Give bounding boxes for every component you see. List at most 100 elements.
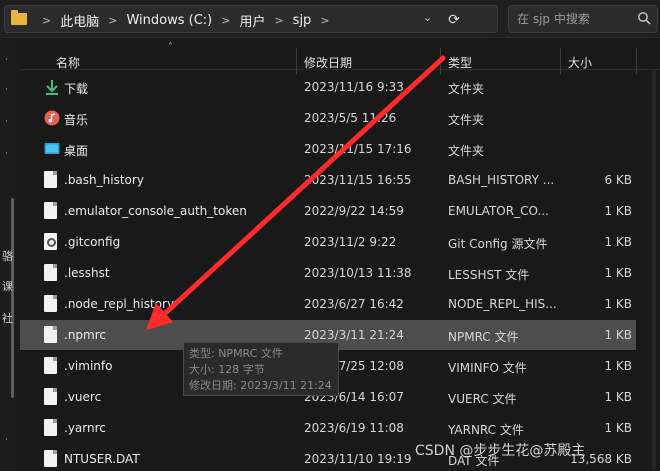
file-size: 1 KB	[604, 204, 632, 218]
file-icon	[44, 264, 57, 281]
search-icon[interactable]	[637, 11, 651, 25]
column-size[interactable]: 大小	[568, 54, 592, 71]
file-type: EMULATOR_CO...	[448, 204, 549, 218]
folder-icon	[11, 10, 27, 25]
file-type: 文件夹	[448, 82, 485, 96]
file-row[interactable]: .emulator_console_auth_token 2022/9/22 14…	[20, 196, 636, 226]
file-date: 2023/10/13 11:38	[304, 266, 412, 280]
chevron-right-icon: >	[42, 14, 52, 27]
file-type: NODE_REPL_HIS...	[448, 297, 557, 311]
watermark: CSDN @步步生花@苏殿主	[415, 443, 586, 459]
tooltip-modified: 修改日期: 2023/3/11 21:24	[189, 379, 332, 392]
file-row[interactable]: .gitconfig 2023/11/2 9:22 Git Config 源文件 1 …	[20, 227, 636, 257]
chevron-right-icon[interactable]: >	[320, 14, 329, 27]
column-divider[interactable]	[296, 48, 297, 74]
desktop-icon	[44, 143, 60, 154]
address-toolbar: > 此电脑 > Windows (C:) > 用户 > sjp > ⌄ ⟳	[0, 0, 660, 38]
column-type[interactable]: 类型	[448, 54, 472, 71]
file-icon	[44, 171, 57, 188]
file-row[interactable]: .bash_history 2023/11/15 16:55 BASH_HISTOR…	[20, 165, 636, 195]
file-type: VUERC 文件	[448, 392, 517, 406]
nav-marker: ˙	[4, 88, 9, 99]
file-size: 1 KB	[604, 328, 632, 342]
file-date: 2023/11/10 19:19	[304, 452, 412, 466]
address-bar[interactable]: > 此电脑 > Windows (C:) > 用户 > sjp > ⌄ ⟳	[4, 5, 498, 33]
file-date: 2023/11/15 17:16	[304, 142, 412, 156]
file-size: 6 KB	[604, 173, 632, 187]
file-name[interactable]: .lesshst	[64, 266, 296, 280]
file-type: LESSHST 文件	[448, 268, 530, 282]
file-date: 2023/6/19 11:08	[304, 421, 404, 435]
column-header: ˄ 名称 修改日期 类型 大小	[20, 38, 660, 74]
nav-item-label[interactable]: 课	[2, 278, 13, 294]
nav-item-label[interactable]: 社	[2, 310, 13, 326]
file-icon	[44, 450, 57, 467]
file-icon	[44, 202, 57, 219]
file-row[interactable]: .yarnrc 2023/6/19 11:08 YARNRC 文件 1 KB	[20, 413, 636, 443]
vertical-scrollbar[interactable]	[652, 70, 656, 470]
chevron-right-icon[interactable]: >	[221, 14, 230, 27]
file-row[interactable]: 音乐 2023/5/5 11:26 文件夹	[20, 103, 636, 133]
file-name[interactable]: .bash_history	[64, 173, 296, 187]
column-divider[interactable]	[636, 48, 637, 74]
file-name[interactable]: 音乐	[64, 111, 296, 128]
file-date: 2023/11/16 9:33	[304, 80, 404, 94]
chevron-down-icon[interactable]: ⌄	[423, 11, 432, 24]
search-box[interactable]	[508, 5, 658, 33]
breadcrumb: > 此电脑 > Windows (C:) > 用户 > sjp >	[33, 11, 339, 30]
file-icon	[44, 419, 57, 436]
refresh-icon[interactable]: ⟳	[443, 11, 465, 29]
file-type: 文件夹	[448, 144, 485, 158]
file-name[interactable]: .node_repl_history	[64, 297, 296, 311]
column-divider[interactable]	[440, 48, 441, 74]
file-icon	[44, 326, 57, 343]
file-type: NPMRC 文件	[448, 330, 519, 344]
file-date: 2023/3/11 21:24	[304, 328, 404, 342]
crumb-users[interactable]: 用户	[239, 11, 265, 30]
sort-up-icon: ˄	[168, 42, 173, 53]
crumb-sjp[interactable]: sjp	[293, 13, 312, 28]
file-name[interactable]: .emulator_console_auth_token	[64, 204, 296, 218]
download-icon	[46, 80, 58, 95]
file-name[interactable]: NTUSER.DAT	[64, 452, 296, 466]
file-date: 2023/11/15 16:55	[304, 173, 412, 187]
chevron-right-icon[interactable]: >	[274, 14, 283, 27]
nav-marker: ˙	[4, 152, 9, 163]
chevron-right-icon[interactable]: >	[108, 14, 117, 27]
file-name[interactable]: .gitconfig	[64, 235, 296, 249]
file-name[interactable]: 桌面	[64, 142, 296, 159]
file-icon	[44, 295, 57, 312]
file-name[interactable]: 下载	[64, 80, 296, 97]
file-date: 2023/6/27 16:42	[304, 297, 404, 311]
file-icon	[44, 388, 57, 405]
file-row[interactable]: .lesshst 2023/10/13 11:38 LESSHST 文件 1 KB	[20, 258, 636, 288]
crumb-this-pc[interactable]: 此电脑	[60, 11, 99, 30]
file-row[interactable]: 下载 2023/11/16 9:33 文件夹	[20, 72, 636, 102]
search-input[interactable]	[509, 6, 629, 32]
nav-marker: ˙	[4, 438, 9, 449]
file-type: Git Config 源文件	[448, 237, 548, 251]
file-date: 2023/11/2 9:22	[304, 235, 397, 249]
column-name[interactable]: 名称	[56, 54, 80, 71]
crumb-drive-c[interactable]: Windows (C:)	[126, 13, 212, 28]
file-row[interactable]: .node_repl_history 2023/6/27 16:42 NODE_RE…	[20, 289, 636, 319]
file-type: 文件夹	[448, 113, 485, 127]
nav-item-label[interactable]: 骆	[2, 248, 13, 264]
tooltip-size: 大小: 128 字节	[189, 363, 265, 376]
file-name[interactable]: .yarnrc	[64, 421, 296, 435]
column-divider[interactable]	[560, 48, 561, 74]
gear-file-icon	[44, 233, 57, 250]
file-size: 1 KB	[604, 266, 632, 280]
navigation-pane[interactable]: ˙ ˙ ˙ ˙ 骆 课 社 ˙	[0, 38, 20, 471]
file-type: BASH_HISTORY ...	[448, 173, 555, 187]
nav-scrollbar[interactable]	[11, 198, 14, 398]
file-row[interactable]: 桌面 2023/11/15 17:16 文件夹	[20, 134, 636, 164]
music-icon	[44, 110, 60, 126]
file-icon	[44, 357, 57, 374]
column-date[interactable]: 修改日期	[304, 54, 352, 71]
file-name[interactable]: .npmrc	[64, 328, 296, 342]
file-tooltip: 类型: NPMRC 文件 大小: 128 字节 修改日期: 2023/3/11 …	[183, 342, 339, 396]
file-size: 1 KB	[604, 359, 632, 373]
file-size: 1 KB	[604, 235, 632, 249]
file-date: 2022/9/22 14:59	[304, 204, 404, 218]
